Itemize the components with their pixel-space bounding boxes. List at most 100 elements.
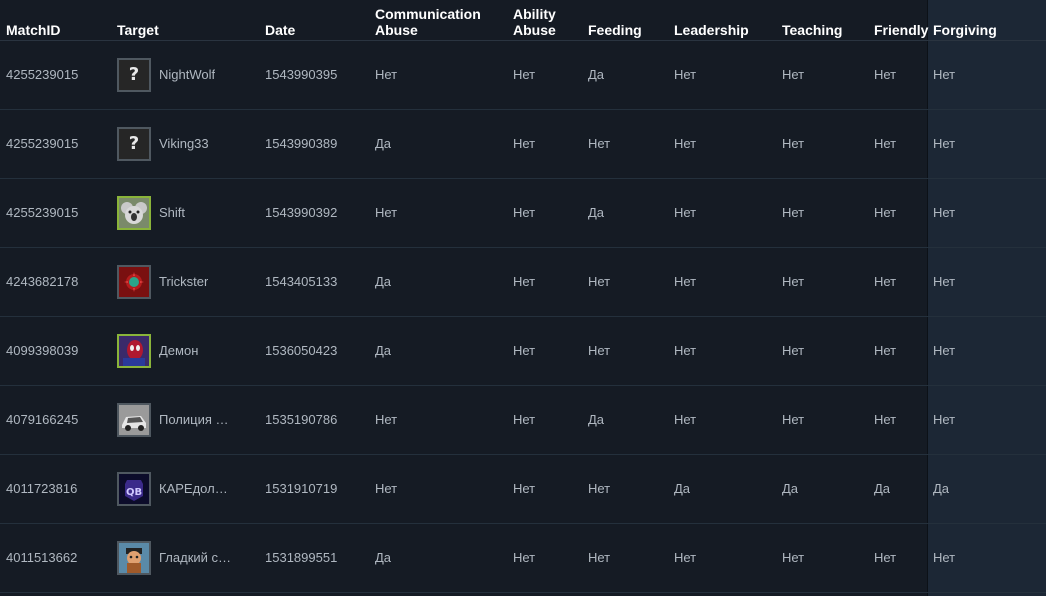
cell-date: 1543405133 [259,247,369,317]
red-emblem-avatar[interactable] [117,264,151,299]
header-teaching[interactable]: Teaching [776,0,868,41]
car-avatar[interactable] [117,402,151,437]
cell-friendly: Нет [868,247,927,317]
cell-forgiving: Нет [927,109,1046,179]
cell-target: Shift [101,178,259,248]
cell-target: Гладкий с… [101,523,259,593]
table-row: 4255239015 Shift 1543990392 Нет Нет Да Нет Нет Н… [0,178,1046,248]
cell-leadership: Нет [668,247,776,317]
header-matchid[interactable]: MatchID [0,0,101,41]
koala-avatar[interactable] [117,195,151,230]
cell-teaching: Нет [776,316,868,386]
target-name-link[interactable]: Viking33 [159,136,209,151]
cell-leadership: Нет [668,178,776,248]
cell-friendly: Нет [868,109,927,179]
target-name-link[interactable]: Shift [159,205,185,220]
cell-matchid: 4255239015 [0,40,101,110]
cell-communication-abuse: Нет [369,40,507,110]
cell-target: Trickster [101,247,259,317]
target-player[interactable]: Демон [117,333,259,368]
cell-target: ? Viking33 [101,109,259,179]
table-row: 4255239015? Viking33 1543990389 Да Нет Нет Нет… [0,109,1046,179]
cell-communication-abuse: Нет [369,454,507,524]
cell-communication-abuse: Нет [369,385,507,455]
target-player[interactable]: Гладкий с… [117,540,259,575]
cell-friendly: Нет [868,523,927,593]
cell-leadership: Нет [668,523,776,593]
cell-feeding: Нет [582,109,668,179]
cell-communication-abuse: Да [369,316,507,386]
target-player[interactable]: QB КАРЕдол… [117,471,259,506]
cell-matchid: 4255239015 [0,109,101,179]
cell-forgiving: Нет [927,316,1046,386]
cell-matchid: 4011723816 [0,454,101,524]
target-player[interactable]: Полиция … [117,402,259,437]
question-mark-avatar[interactable]: ? [117,57,151,92]
qb-logo-avatar[interactable]: QB [117,471,151,506]
cell-target: ? NightWolf [101,40,259,110]
table-row: 4099398039 Демон 1536050423 Да Нет Нет Нет Нет Н… [0,316,1046,386]
cell-forgiving: Нет [927,247,1046,317]
cell-date: 1531899551 [259,523,369,593]
cell-leadership: Нет [668,109,776,179]
cell-matchid: 4079166245 [0,385,101,455]
cell-leadership: Да [668,454,776,524]
cell-ability-abuse: Нет [507,109,582,179]
header-target[interactable]: Target [101,0,259,41]
cell-target: Демон [101,316,259,386]
cartoon-character-avatar[interactable] [117,540,151,575]
cell-ability-abuse: Нет [507,178,582,248]
header-ability-abuse[interactable]: Ability Abuse [507,0,582,41]
table-row: 4255239015? NightWolf 1543990395 Нет Нет Да Не… [0,40,1046,110]
target-name-link[interactable]: Демон [159,343,198,358]
cell-forgiving: Нет [927,40,1046,110]
header-forgiving[interactable]: Forgiving [927,0,1046,41]
table-row: 4011513662 Гладкий с… 1531899551 Да Нет Нет Не… [0,523,1046,593]
header-communication-abuse[interactable]: Communication Abuse [369,0,507,41]
target-player[interactable]: Shift [117,195,259,230]
cell-feeding: Да [582,40,668,110]
cell-feeding: Нет [582,523,668,593]
cell-leadership: Нет [668,316,776,386]
header-feeding[interactable]: Feeding [582,0,668,41]
cell-leadership: Нет [668,40,776,110]
cell-ability-abuse: Нет [507,247,582,317]
spider-hero-avatar[interactable] [117,333,151,368]
header-friendly[interactable]: Friendly [868,0,928,41]
target-name-link[interactable]: Полиция … [159,412,229,427]
header-date[interactable]: Date [259,0,369,41]
cell-feeding: Нет [582,316,668,386]
target-name-link[interactable]: Гладкий с… [159,550,231,565]
target-name-link[interactable]: КАРЕдол… [159,481,228,496]
cell-communication-abuse: Да [369,523,507,593]
cell-date: 1543990389 [259,109,369,179]
target-player[interactable]: Trickster [117,264,259,299]
table-row: 4011723816 QB КАРЕдол… 1531910719 Нет Нет Нет Д… [0,454,1046,524]
cell-ability-abuse: Нет [507,40,582,110]
cell-feeding: Нет [582,247,668,317]
svg-text:QB: QB [126,487,142,498]
cell-communication-abuse: Нет [369,178,507,248]
cell-communication-abuse: Да [369,109,507,179]
cell-date: 1535190786 [259,385,369,455]
question-mark-avatar[interactable]: ? [117,126,151,161]
target-name-link[interactable]: Trickster [159,274,208,289]
cell-forgiving: Нет [927,385,1046,455]
cell-date: 1543990395 [259,40,369,110]
cell-date: 1543990392 [259,178,369,248]
cell-forgiving: Нет [927,523,1046,593]
table-row: 4079166245 Полиция … 1535190786 Нет Нет Да Нет… [0,385,1046,455]
target-player[interactable]: ? Viking33 [117,126,259,161]
cell-forgiving: Нет [927,178,1046,248]
cell-ability-abuse: Нет [507,316,582,386]
cell-friendly: Нет [868,40,927,110]
target-player[interactable]: ? NightWolf [117,57,259,92]
header-leadership[interactable]: Leadership [668,0,776,41]
cell-teaching: Нет [776,109,868,179]
cell-feeding: Да [582,385,668,455]
cell-friendly: Нет [868,385,927,455]
cell-leadership: Нет [668,385,776,455]
cell-matchid: 4255239015 [0,178,101,248]
target-name-link[interactable]: NightWolf [159,67,215,82]
cell-ability-abuse: Нет [507,385,582,455]
